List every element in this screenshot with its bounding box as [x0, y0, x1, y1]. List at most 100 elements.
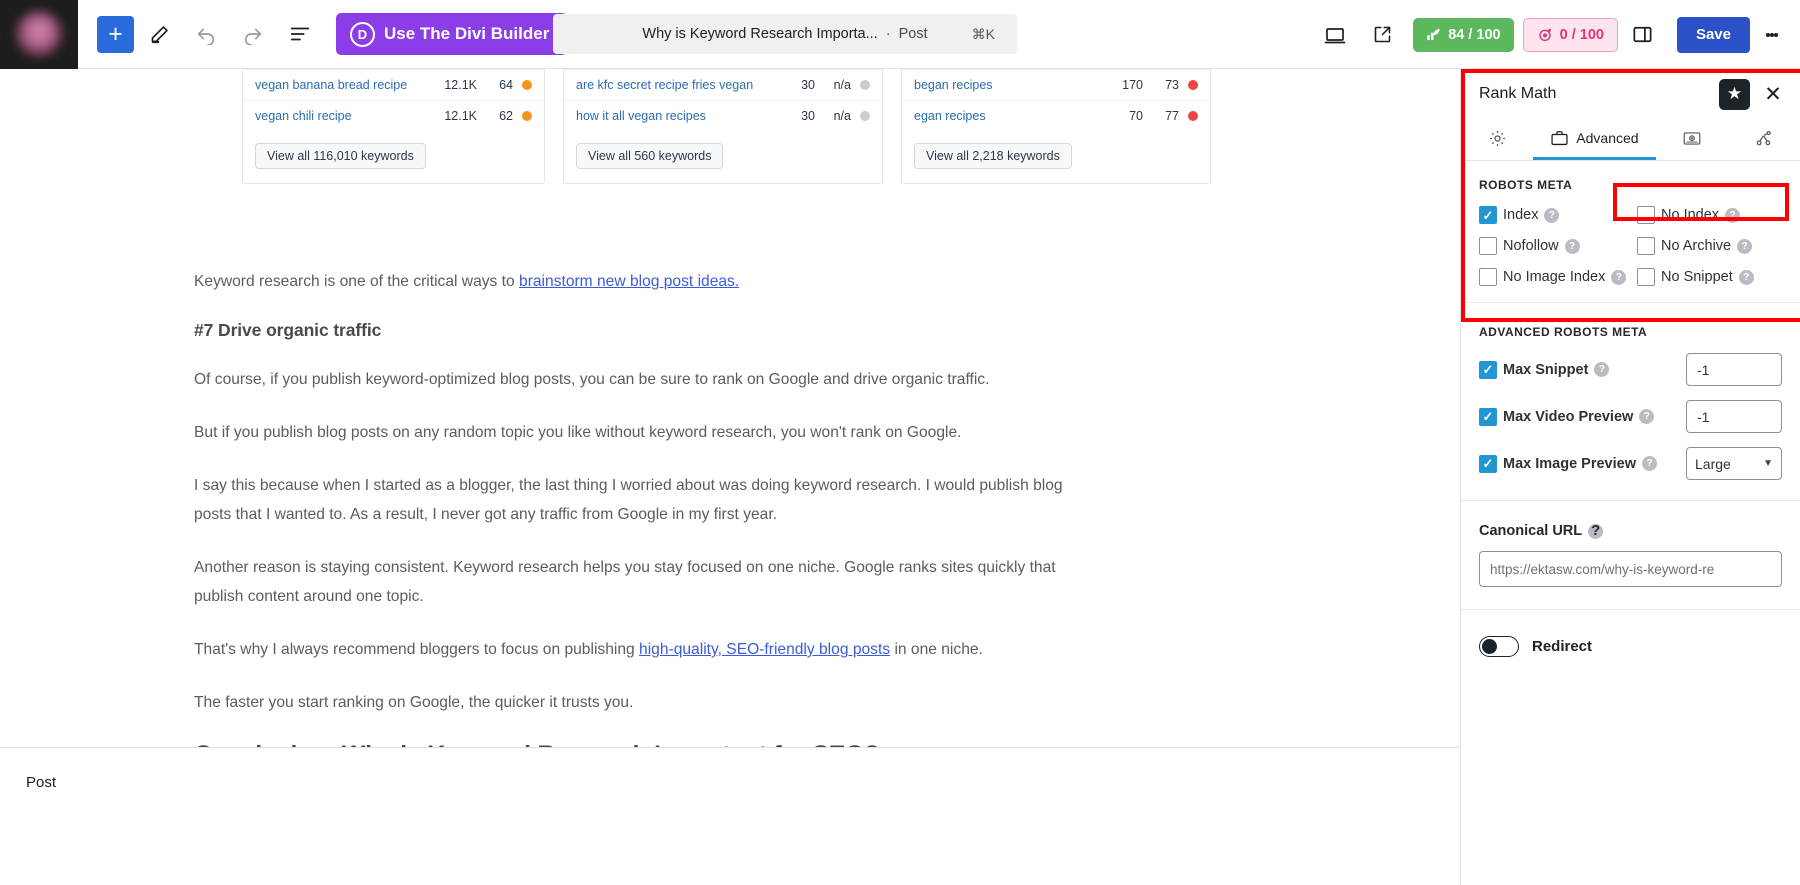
tab-schema[interactable]	[1728, 119, 1800, 160]
keyword-volume: 12.1K	[444, 78, 477, 92]
keyword-card-footer: View all 560 keywords	[564, 131, 882, 183]
help-icon[interactable]: ?	[1611, 269, 1627, 285]
max-image-preview-select[interactable]: Large ▼	[1686, 447, 1782, 480]
keyword-volume: 170	[1122, 78, 1143, 92]
sidebar-settings-icon[interactable]	[1621, 13, 1665, 57]
difficulty-dot-icon	[1188, 111, 1198, 121]
keyword-card: vegan banana bread recipe 12.1K 64 vegan…	[242, 69, 545, 184]
max-video-preview-input[interactable]	[1686, 400, 1782, 433]
checkbox-max-snippet[interactable]	[1479, 360, 1497, 379]
keyword-card: began recipes 170 73 egan recipes 70 77 …	[901, 69, 1211, 184]
checkbox-nofollow[interactable]: Nofollow ?	[1479, 237, 1637, 255]
keyword-difficulty: 62	[499, 109, 513, 123]
paragraph-6[interactable]: The faster you start ranking on Google, …	[194, 688, 1074, 717]
checkbox-no-archive[interactable]: No Archive ?	[1637, 237, 1782, 255]
paragraph-intro[interactable]: Keyword research is one of the critical …	[194, 267, 1074, 296]
checkbox-no-snippet[interactable]: No Snippet ?	[1637, 268, 1782, 286]
content-ai-score-badge[interactable]: 0 / 100	[1522, 17, 1618, 52]
table-row[interactable]: how it all vegan recipes 30 n/a	[564, 100, 882, 131]
checkbox-no-index-box[interactable]	[1637, 206, 1655, 224]
view-all-keywords-button[interactable]: View all 560 keywords	[576, 143, 724, 169]
table-row[interactable]: are kfc secret recipe fries vegan 30 n/a	[564, 69, 882, 100]
redirect-toggle[interactable]	[1479, 636, 1519, 657]
checkbox-no-image-index[interactable]: No Image Index ?	[1479, 268, 1637, 286]
checkbox-nofollow-box[interactable]	[1479, 237, 1497, 255]
rank-math-header: Rank Math ★ ✕	[1461, 69, 1800, 119]
close-icon[interactable]: ✕	[1758, 79, 1788, 109]
table-row[interactable]: vegan chili recipe 12.1K 62	[243, 100, 544, 131]
post-editor-canvas: vegan banana bread recipe 12.1K 64 vegan…	[0, 69, 1460, 816]
help-icon[interactable]: ?	[1725, 207, 1741, 223]
view-all-keywords-button[interactable]: View all 116,010 keywords	[255, 143, 426, 169]
advanced-robots-meta-heading: ADVANCED ROBOTS META	[1479, 325, 1648, 339]
view-external-icon[interactable]	[1360, 13, 1404, 57]
tab-social-preview[interactable]	[1656, 119, 1728, 160]
save-button-label: Save	[1695, 26, 1731, 43]
redo-icon[interactable]	[231, 12, 275, 56]
kebab-menu-icon[interactable]	[1754, 13, 1790, 57]
seo-score-badge[interactable]: 84 / 100	[1413, 17, 1514, 52]
desktop-preview-icon[interactable]	[1313, 13, 1357, 57]
brainstorm-ideas-link[interactable]: brainstorm new blog post ideas.	[519, 273, 739, 290]
view-all-keywords-button[interactable]: View all 2,218 keywords	[914, 143, 1072, 169]
edit-pencil-icon[interactable]	[137, 12, 181, 56]
max-snippet-input[interactable]	[1686, 353, 1782, 386]
help-icon[interactable]: ?	[1588, 523, 1604, 539]
canonical-url-input[interactable]	[1479, 551, 1782, 587]
undo-icon[interactable]	[184, 12, 228, 56]
paragraph-intro-text: Keyword research is one of the critical …	[194, 273, 520, 290]
table-row[interactable]: egan recipes 70 77	[902, 100, 1210, 131]
document-overview-icon[interactable]	[278, 12, 322, 56]
seo-friendly-posts-link[interactable]: high-quality, SEO-friendly blog posts	[639, 641, 890, 658]
help-icon[interactable]: ?	[1738, 269, 1754, 285]
paragraph-4[interactable]: Another reason is staying consistent. Ke…	[194, 553, 1074, 611]
checkbox-no-archive-box[interactable]	[1637, 237, 1655, 255]
content-ai-score-value: 0 / 100	[1559, 26, 1604, 43]
keyword-card: are kfc secret recipe fries vegan 30 n/a…	[563, 69, 883, 184]
canonical-url-label-row: Canonical URL ?	[1479, 523, 1782, 539]
help-icon[interactable]: ?	[1594, 362, 1610, 377]
divi-button-label: Use The Divi Builder	[384, 24, 550, 43]
help-icon[interactable]: ?	[1642, 456, 1657, 471]
keyword-difficulty: n/a	[833, 78, 851, 92]
page-title: Rank Math	[1479, 85, 1557, 102]
checkbox-max-video-preview[interactable]	[1479, 407, 1497, 426]
document-title: Why is Keyword Research Importa...	[642, 26, 878, 42]
help-icon[interactable]: ?	[1564, 238, 1580, 254]
row-max-image-preview: Max Image Preview ? Large ▼	[1479, 447, 1782, 480]
paragraph-2[interactable]: But if you publish blog posts on any ran…	[194, 418, 1074, 447]
keyword-screenshot-block: vegan banana bread recipe 12.1K 64 vegan…	[242, 69, 1211, 184]
wordpress-avatar-button[interactable]	[0, 0, 78, 69]
checkbox-max-image-preview[interactable]	[1479, 454, 1497, 473]
difficulty-dot-icon	[522, 80, 532, 90]
breadcrumb[interactable]: Post	[26, 774, 56, 791]
help-icon[interactable]: ?	[1737, 238, 1753, 254]
paragraph-1[interactable]: Of course, if you publish keyword-optimi…	[194, 365, 1074, 394]
keyword-volume: 70	[1129, 109, 1143, 123]
add-block-button[interactable]: +	[97, 15, 134, 53]
document-title-bar[interactable]: Why is Keyword Research Importa... · Pos…	[553, 14, 1017, 54]
checkbox-no-image-index-box[interactable]	[1479, 268, 1497, 286]
keyword-volume: 30	[801, 78, 815, 92]
checkbox-index-box[interactable]	[1479, 206, 1497, 224]
tab-general[interactable]	[1461, 119, 1533, 160]
max-image-preview-label: Max Image Preview	[1503, 455, 1636, 472]
avatar	[16, 11, 62, 57]
paragraph-3[interactable]: I say this because when I started as a b…	[194, 471, 1074, 529]
use-divi-builder-button[interactable]: D Use The Divi Builder	[336, 13, 568, 55]
checkbox-no-snippet-box[interactable]	[1637, 268, 1655, 286]
table-row[interactable]: began recipes 170 73	[902, 69, 1210, 100]
table-row[interactable]: vegan banana bread recipe 12.1K 64	[243, 69, 544, 100]
help-icon[interactable]: ?	[1639, 409, 1655, 424]
paragraph-5[interactable]: That's why I always recommend bloggers t…	[194, 635, 1074, 664]
difficulty-dot-icon	[860, 111, 870, 121]
help-icon[interactable]: ?	[1544, 207, 1560, 223]
checkbox-no-index[interactable]: No Index ?	[1637, 206, 1782, 224]
save-button[interactable]: Save	[1676, 16, 1750, 53]
canonical-url-section: Canonical URL ?	[1461, 501, 1800, 610]
checkbox-index[interactable]: Index ?	[1479, 206, 1637, 224]
tab-advanced[interactable]: Advanced	[1533, 119, 1656, 160]
heading-drive-organic-traffic[interactable]: #7 Drive organic traffic	[194, 320, 1074, 341]
star-icon[interactable]: ★	[1719, 78, 1750, 110]
add-block-label: +	[108, 19, 123, 48]
